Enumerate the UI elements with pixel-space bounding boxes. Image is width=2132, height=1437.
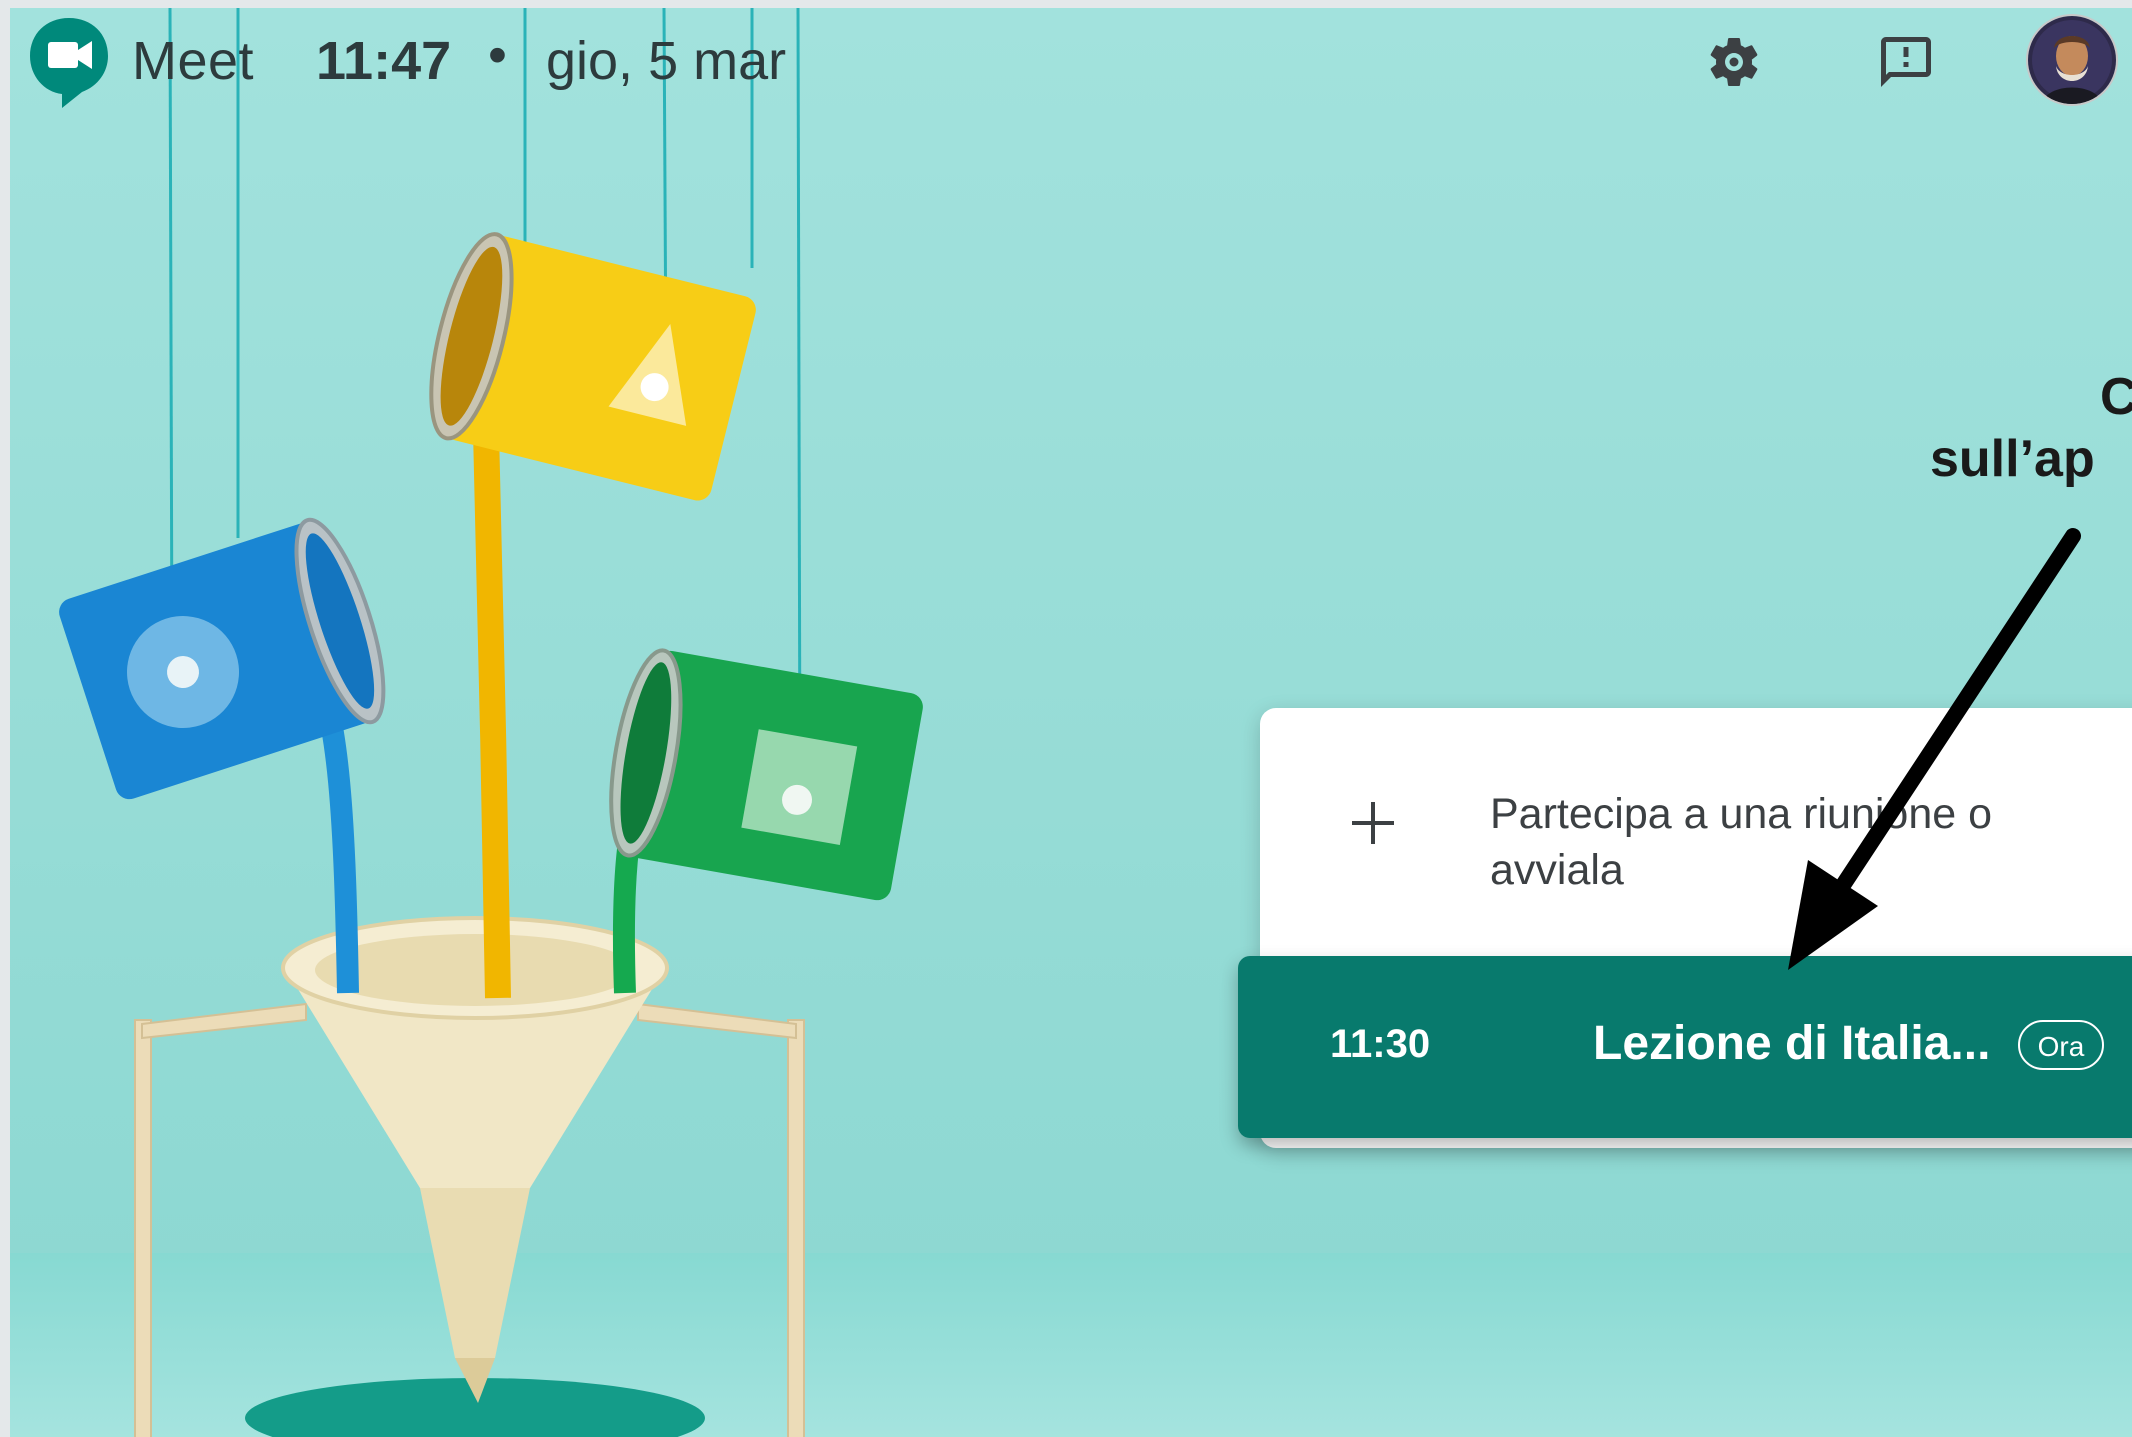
top-bar: Meet 11:47 • gio, 5 mar bbox=[10, 8, 2132, 108]
feedback-icon bbox=[1881, 37, 1931, 87]
current-time: 11:47 bbox=[316, 31, 452, 91]
join-or-start-label: Partecipa a una riunione o avviala bbox=[1490, 790, 1993, 894]
meeting-now-badge: Ora bbox=[2018, 1020, 2104, 1070]
google-meet-logo bbox=[24, 14, 114, 110]
feedback-button[interactable] bbox=[1876, 32, 1936, 92]
time-date-separator: • bbox=[488, 25, 507, 85]
app-name: Meet bbox=[132, 31, 255, 91]
current-date: gio, 5 mar bbox=[546, 31, 787, 91]
paint-cans-illustration bbox=[59, 8, 923, 1437]
callout-line-1: C bbox=[2100, 368, 2132, 426]
plus-icon bbox=[1352, 802, 1394, 844]
meet-home-screen: Meet 11:47 • gio, 5 mar C sull’ap Partec… bbox=[10, 8, 2132, 1437]
meeting-title: Lezione di Italia... bbox=[1593, 1017, 1991, 1070]
gear-icon bbox=[1710, 37, 1758, 86]
join-or-start-meeting-button[interactable]: Partecipa a una riunione o avviala bbox=[1260, 708, 2132, 948]
callout-line-2: sull’ap bbox=[1930, 430, 2095, 488]
upcoming-meeting-item[interactable]: 11:30 Lezione di Italia... Ora bbox=[1238, 956, 2132, 1138]
meeting-time: 11:30 bbox=[1330, 1022, 1431, 1066]
user-avatar[interactable] bbox=[2028, 16, 2116, 104]
settings-button[interactable] bbox=[1704, 32, 1764, 92]
